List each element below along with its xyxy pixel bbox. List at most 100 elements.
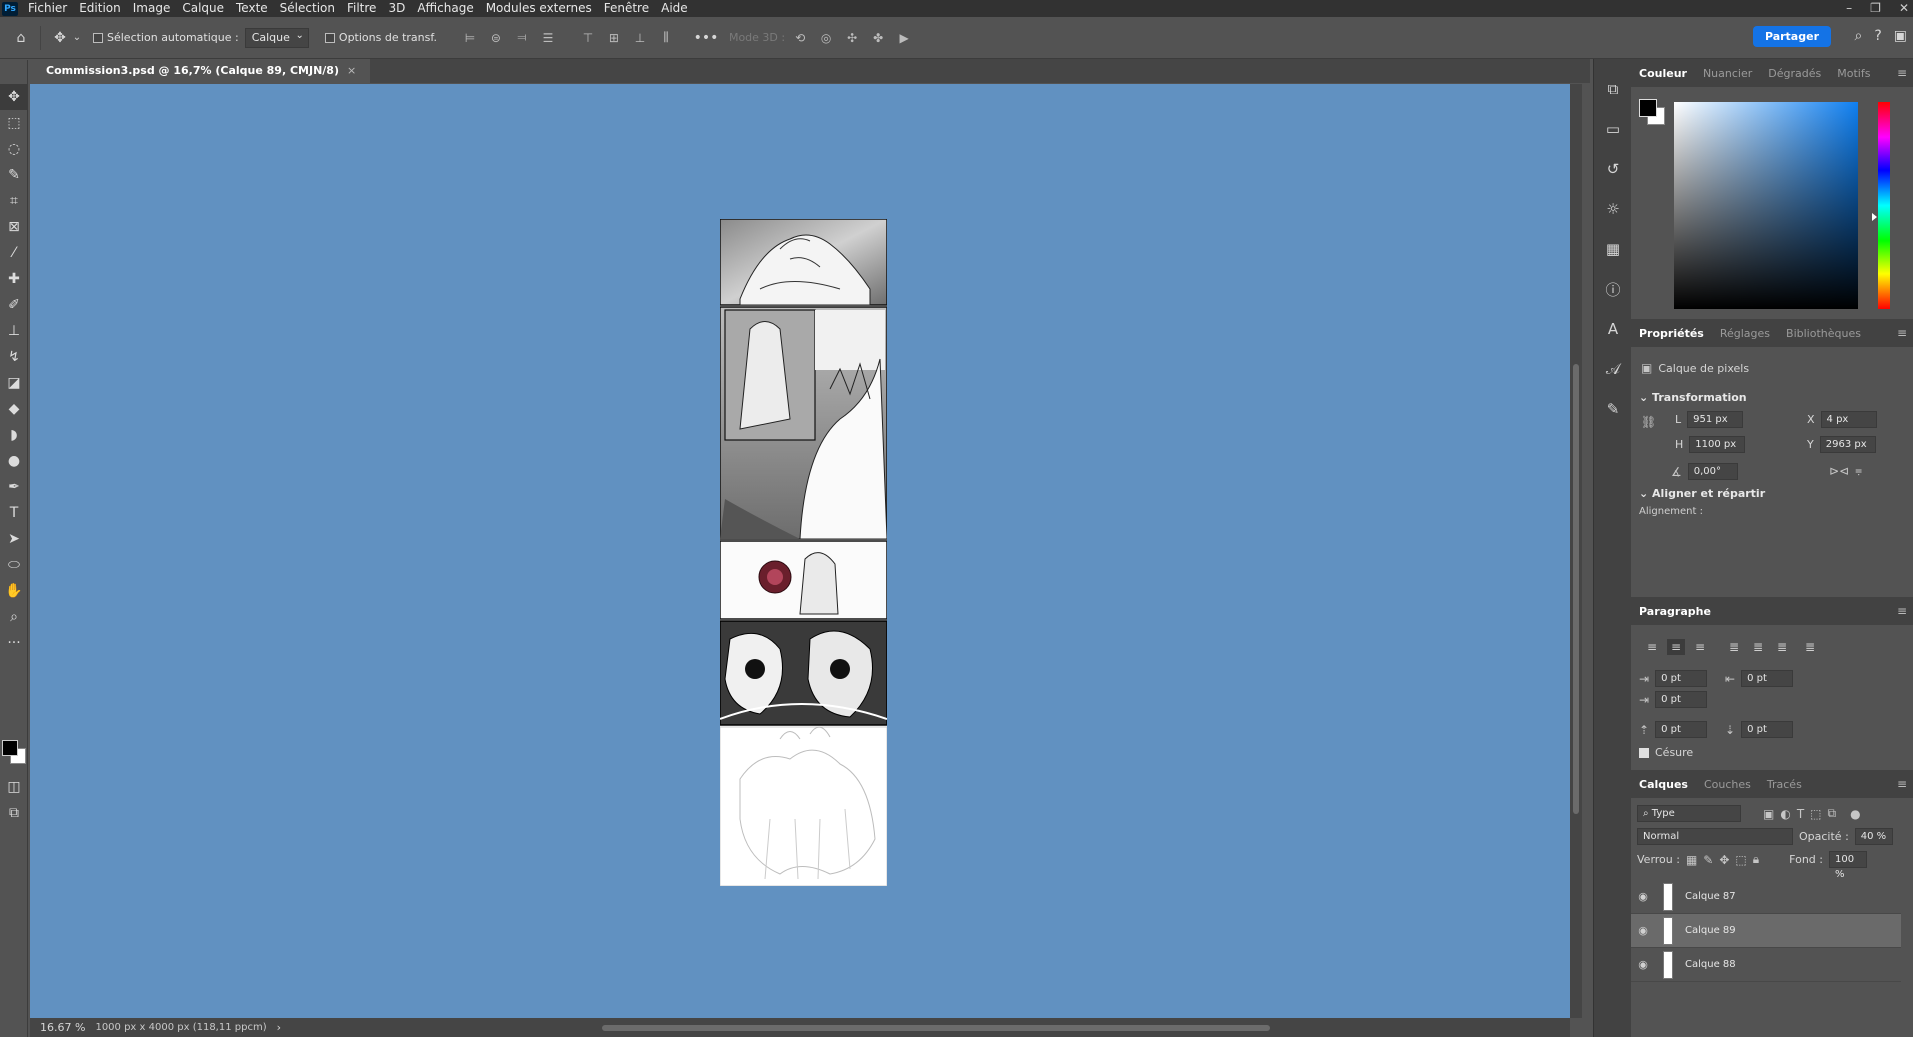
align-text-right-icon[interactable]: ≡ bbox=[1691, 639, 1709, 655]
indent-left-field[interactable]: 0 pt bbox=[1655, 670, 1708, 687]
shape-tool-icon[interactable]: ⬭ bbox=[0, 552, 28, 578]
angle-field[interactable]: 0,00° bbox=[1687, 463, 1738, 480]
indent-right-field[interactable]: 0 pt bbox=[1741, 670, 1794, 687]
quick-selection-tool-icon[interactable]: ✎ bbox=[0, 162, 28, 188]
pen-tool-icon[interactable]: ✒ bbox=[0, 474, 28, 500]
align-bottom-icon[interactable]: ⊥ bbox=[631, 29, 649, 47]
lock-position-icon[interactable]: ✥ bbox=[1719, 853, 1729, 867]
width-field[interactable]: 951 px bbox=[1687, 411, 1744, 428]
menu-3d[interactable]: 3D bbox=[382, 0, 411, 17]
auto-select-dropdown[interactable]: Calque bbox=[244, 27, 309, 48]
minimize-icon[interactable]: – bbox=[1846, 0, 1852, 16]
hue-slider[interactable] bbox=[1878, 102, 1890, 309]
checkbox-box[interactable] bbox=[93, 32, 103, 43]
marquee-tool-icon[interactable]: ⬚ bbox=[0, 110, 28, 136]
tab-traces[interactable]: Tracés bbox=[1767, 778, 1802, 791]
slide-3d-icon[interactable]: ✤ bbox=[869, 29, 887, 47]
menu-affichage[interactable]: Affichage bbox=[411, 0, 479, 17]
close-tab-icon[interactable]: × bbox=[347, 64, 356, 77]
panel-menu-icon[interactable]: ≡ bbox=[1897, 326, 1907, 340]
foreground-color-swatch[interactable] bbox=[2, 740, 18, 756]
pan-3d-icon[interactable]: ✣ bbox=[843, 29, 861, 47]
menu-texte[interactable]: Texte bbox=[230, 0, 274, 17]
justify-last-right-icon[interactable]: ≣ bbox=[1773, 639, 1791, 655]
menu-filtre[interactable]: Filtre bbox=[341, 0, 382, 17]
flip-vertical-icon[interactable]: ⩦ bbox=[1855, 463, 1862, 478]
filter-adjustment-icon[interactable]: ◐ bbox=[1780, 807, 1790, 821]
vertical-scrollbar[interactable] bbox=[1570, 84, 1582, 1018]
menu-image[interactable]: Image bbox=[127, 0, 177, 17]
close-icon[interactable]: ✕ bbox=[1899, 0, 1909, 16]
filter-type-icon[interactable]: T bbox=[1797, 807, 1804, 821]
hue-marker-icon[interactable] bbox=[1872, 213, 1877, 221]
distribute-horizontal-icon[interactable]: ⫼ bbox=[657, 29, 675, 47]
hand-tool-icon[interactable]: ✋ bbox=[0, 578, 28, 604]
ruler-icon[interactable]: ▦ bbox=[1594, 229, 1632, 269]
document-artboard[interactable] bbox=[719, 218, 888, 887]
chevron-down-icon[interactable]: ⌄ bbox=[71, 27, 83, 49]
frame-tool-icon[interactable]: ⊠ bbox=[0, 214, 28, 240]
eraser-tool-icon[interactable]: ◪ bbox=[0, 370, 28, 396]
menu-modules-externes[interactable]: Modules externes bbox=[480, 0, 598, 17]
lock-artboard-icon[interactable]: ⬚ bbox=[1735, 853, 1746, 867]
y-field[interactable]: 2963 px bbox=[1819, 436, 1876, 453]
orbit-3d-icon[interactable]: ⟲ bbox=[791, 29, 809, 47]
foreground-color-swatch[interactable] bbox=[1639, 99, 1657, 117]
lock-all-icon[interactable]: 🔒︎ bbox=[1753, 852, 1759, 867]
layer-row[interactable]: ◉ Calque 87 bbox=[1631, 880, 1901, 914]
tab-degrades[interactable]: Dégradés bbox=[1768, 67, 1821, 80]
distribute-vertical-icon[interactable]: ☰ bbox=[539, 29, 557, 47]
filter-toggle-icon[interactable]: ● bbox=[1850, 807, 1860, 821]
align-section-title[interactable]: ⌄ Aligner et répartir bbox=[1639, 487, 1765, 500]
filter-shape-icon[interactable]: ⬚ bbox=[1810, 807, 1821, 821]
path-selection-tool-icon[interactable]: ➤ bbox=[0, 526, 28, 552]
scale-3d-icon[interactable]: ▶ bbox=[895, 29, 913, 47]
space-before-field[interactable]: 0 pt bbox=[1655, 721, 1708, 738]
tab-reglages[interactable]: Réglages bbox=[1720, 327, 1770, 340]
opacity-field[interactable]: 40 % bbox=[1854, 828, 1893, 845]
layer-filter-dropdown[interactable]: ⌕ Type bbox=[1637, 805, 1741, 822]
justify-all-icon[interactable]: ≣ bbox=[1801, 639, 1819, 655]
roll-3d-icon[interactable]: ◎ bbox=[817, 29, 835, 47]
share-button[interactable]: Partager bbox=[1752, 26, 1831, 47]
menu-selection[interactable]: Sélection bbox=[274, 0, 341, 17]
align-top-icon[interactable]: ⊤ bbox=[579, 29, 597, 47]
tab-calques[interactable]: Calques bbox=[1639, 778, 1688, 791]
tab-couleur[interactable]: Couleur bbox=[1639, 67, 1687, 80]
hyphenation-checkbox[interactable] bbox=[1639, 747, 1649, 758]
justify-last-left-icon[interactable]: ≣ bbox=[1725, 639, 1743, 655]
zoom-level[interactable]: 16.67 % bbox=[40, 1021, 85, 1034]
checkbox-box[interactable] bbox=[324, 32, 335, 43]
visibility-eye-icon[interactable]: ◉ bbox=[1631, 890, 1655, 903]
character-icon[interactable]: A bbox=[1594, 309, 1632, 349]
align-text-center-icon[interactable]: ≡ bbox=[1667, 639, 1685, 655]
quick-mask-icon[interactable]: ◫ bbox=[0, 774, 28, 800]
screen-mode-icon[interactable]: ⧉ bbox=[0, 800, 28, 826]
history-states-icon[interactable]: ⧉ bbox=[1594, 69, 1632, 109]
move-tool-icon[interactable]: ✥ bbox=[49, 27, 71, 49]
tab-bibliotheques[interactable]: Bibliothèques bbox=[1786, 327, 1861, 340]
glyphs-icon[interactable]: 𝒜 bbox=[1594, 349, 1632, 389]
x-field[interactable]: 4 px bbox=[1820, 411, 1877, 428]
height-field[interactable]: 1100 px bbox=[1689, 436, 1746, 453]
blur-tool-icon[interactable]: ◗ bbox=[0, 422, 28, 448]
move-tool-icon[interactable]: ✥ bbox=[0, 84, 28, 110]
link-icon[interactable]: ⛓ bbox=[1641, 415, 1656, 429]
menu-aide[interactable]: Aide bbox=[655, 0, 694, 17]
document-tab[interactable]: Commission3.psd @ 16,7% (Calque 89, CMJN… bbox=[30, 59, 371, 83]
justify-last-center-icon[interactable]: ≣ bbox=[1749, 639, 1767, 655]
tab-nuancier[interactable]: Nuancier bbox=[1703, 67, 1752, 80]
crop-tool-icon[interactable]: ⌗ bbox=[0, 188, 28, 214]
tab-proprietes[interactable]: Propriétés bbox=[1639, 327, 1704, 340]
lasso-tool-icon[interactable]: ◌ bbox=[0, 136, 28, 162]
brush-tool-icon[interactable]: ✐ bbox=[0, 292, 28, 318]
visibility-eye-icon[interactable]: ◉ bbox=[1631, 958, 1655, 971]
menu-fichier[interactable]: Fichier bbox=[22, 0, 73, 17]
clone-stamp-tool-icon[interactable]: ⊥ bbox=[0, 318, 28, 344]
flip-horizontal-icon[interactable]: ⊳⊲ bbox=[1829, 464, 1849, 478]
chevron-right-icon[interactable]: › bbox=[277, 1021, 281, 1034]
visibility-eye-icon[interactable]: ◉ bbox=[1631, 924, 1655, 937]
more-options-icon[interactable]: ••• bbox=[693, 27, 719, 49]
lock-transparency-icon[interactable]: ▦ bbox=[1686, 853, 1697, 867]
scrollbar-thumb[interactable] bbox=[602, 1025, 1270, 1031]
